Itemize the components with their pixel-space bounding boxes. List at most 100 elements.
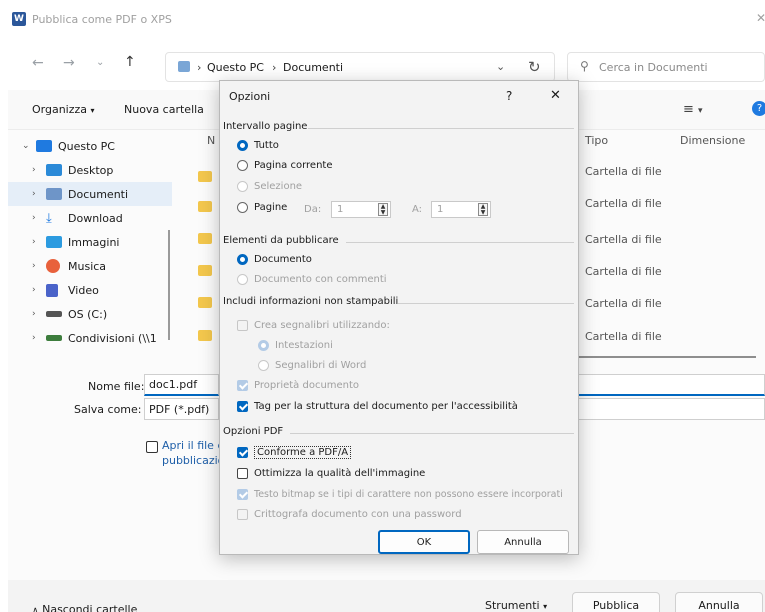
pictures-icon — [46, 236, 62, 248]
footer-cancel-button[interactable]: Annulla — [675, 592, 763, 612]
pdfa-compliant-option[interactable]: Conforme a PDF/A — [237, 446, 352, 459]
recent-chevron-icon[interactable]: ⌄ — [96, 57, 104, 68]
range-selection-label: Selezione — [254, 181, 303, 192]
navigation-pane: ⌄ Questo PC › Desktop › Documenti › ⤓ Do… — [8, 134, 172, 350]
word-app-icon: W — [12, 12, 26, 26]
range-current-label: Pagina corrente — [254, 160, 333, 171]
address-bar[interactable]: › Questo PC › Documenti ⌄ ↻ — [165, 52, 555, 82]
view-options-icon[interactable]: ≡ ▾ — [683, 102, 703, 117]
sidebar-item-network-share[interactable]: › Condivisioni (\\1 — [22, 326, 172, 350]
checkbox-disabled-icon — [237, 320, 248, 331]
radio-icon — [237, 202, 248, 213]
sidebar-item-documents[interactable]: › Documenti — [8, 182, 172, 206]
column-header-size[interactable]: Dimensione — [680, 134, 745, 147]
dialog-help-icon[interactable]: ? — [506, 89, 512, 103]
from-label: Da: — [304, 204, 322, 215]
spinner-arrows-icon: ▲ ▼ — [378, 203, 388, 216]
computer-icon — [36, 140, 52, 152]
breadcrumb-documents[interactable]: Documenti — [283, 61, 343, 74]
address-dropdown-icon[interactable]: ⌄ — [496, 60, 505, 73]
file-list-scrollbar[interactable] — [576, 356, 756, 358]
refresh-icon[interactable]: ↻ — [528, 58, 541, 76]
filename-label: Nome file: — [88, 380, 145, 393]
sidebar-item-download[interactable]: › ⤓ Download — [22, 206, 172, 230]
checkbox-checked-icon — [237, 401, 248, 412]
pdf-options-group-label: Opzioni PDF — [223, 426, 284, 437]
organize-button[interactable]: Organizza ▾ — [32, 103, 95, 116]
file-type-cell: Cartella di file — [585, 233, 662, 246]
open-after-publish-checkbox[interactable] — [146, 441, 158, 453]
dropdown-caret-icon: ▾ — [90, 106, 95, 115]
publish-button[interactable]: Pubblica — [572, 592, 660, 612]
open-after-publish-line1: Apri il file d — [162, 439, 225, 452]
file-type-cell: Cartella di file — [585, 265, 662, 278]
accessibility-tags-option[interactable]: Tag per la struttura del documento per l… — [237, 401, 518, 412]
dialog-cancel-button[interactable]: Annulla — [477, 530, 569, 554]
group-divider — [398, 303, 574, 304]
range-current-option[interactable]: Pagina corrente — [237, 160, 333, 171]
collapsed-chevron-icon: › — [32, 309, 36, 319]
document-properties-label: Proprietà documento — [254, 380, 360, 391]
range-pages-option[interactable]: Pagine — [237, 202, 287, 213]
range-all-label: Tutto — [254, 140, 279, 151]
radio-disabled-selected-icon — [258, 340, 269, 351]
radio-selected-icon — [237, 140, 248, 151]
hide-folders-toggle[interactable]: ∧ Nascondi cartelle — [32, 603, 137, 612]
folder-icon — [198, 265, 212, 276]
breadcrumb-this-pc[interactable]: Questo PC — [207, 61, 264, 74]
organize-label: Organizza — [32, 103, 88, 116]
word-bookmarks-option: Segnalibri di Word — [258, 360, 366, 371]
sidebar-item-this-pc[interactable]: ⌄ Questo PC — [22, 134, 172, 158]
ok-button[interactable]: OK — [378, 530, 470, 554]
search-box[interactable]: ⚲ Cerca in Documenti — [567, 52, 765, 82]
expanded-chevron-icon: ⌄ — [22, 141, 30, 151]
range-all-option[interactable]: Tutto — [237, 140, 279, 151]
file-type-cell: Cartella di file — [585, 197, 662, 210]
close-icon[interactable]: ✕ — [756, 11, 765, 25]
collapsed-chevron-icon: › — [32, 285, 36, 295]
save-as-type-select-extension[interactable] — [578, 398, 765, 420]
folder-icon — [198, 233, 212, 244]
dialog-title-bar: Opzioni ? ✕ — [220, 81, 578, 111]
sidebar-item-label: Download — [68, 211, 123, 225]
encrypt-option: Crittografa documento con una password — [237, 509, 462, 520]
to-page-spinner: 1 ▲ ▼ — [431, 201, 491, 218]
hide-folders-label: Nascondi cartelle — [42, 603, 138, 612]
file-type-cell: Cartella di file — [585, 297, 662, 310]
filename-input[interactable]: doc1.pdf — [144, 374, 219, 396]
sidebar-item-music[interactable]: › Musica — [22, 254, 172, 278]
forward-arrow-icon[interactable]: → — [63, 55, 75, 71]
dialog-close-icon[interactable]: ✕ — [550, 88, 561, 103]
search-placeholder[interactable]: Cerca in Documenti — [599, 61, 708, 74]
back-arrow-icon[interactable]: ← — [32, 55, 44, 71]
documents-folder-icon — [178, 61, 190, 72]
new-folder-button[interactable]: Nuova cartella — [124, 103, 204, 116]
sidebar-item-desktop[interactable]: › Desktop — [22, 158, 172, 182]
collapsed-chevron-icon: › — [32, 165, 36, 175]
bitmap-text-label: Testo bitmap se i tipi di carattere non … — [254, 489, 563, 500]
document-properties-option: Proprietà documento — [237, 380, 359, 391]
options-dialog: Opzioni ? ✕ Intervallo pagine Tutto Pagi… — [219, 80, 579, 555]
tools-dropdown[interactable]: Strumenti ▾ — [485, 599, 547, 612]
to-label: A: — [412, 204, 423, 215]
file-type-cell: Cartella di file — [585, 165, 662, 178]
optimize-image-option[interactable]: Ottimizza la qualità dell'immagine — [237, 468, 425, 479]
window-title: Pubblica come PDF o XPS — [32, 13, 172, 26]
save-as-type-select[interactable]: PDF (*.pdf) — [144, 398, 219, 420]
sidebar-item-images[interactable]: › Immagini — [22, 230, 172, 254]
help-icon[interactable]: ? — [752, 101, 765, 116]
network-drive-icon — [46, 335, 62, 341]
sidebar-item-video[interactable]: › Video — [22, 278, 172, 302]
checkbox-disabled-checked-icon — [237, 380, 248, 391]
publish-document-option[interactable]: Documento — [237, 254, 312, 265]
sidebar-scrollbar[interactable] — [168, 230, 170, 340]
checkbox-checked-icon — [237, 447, 248, 458]
column-header-name[interactable]: N — [207, 134, 215, 147]
column-header-type[interactable]: Tipo — [585, 134, 608, 147]
sidebar-item-os-drive[interactable]: › OS (C:) — [22, 302, 172, 326]
up-arrow-icon[interactable]: ↑ — [124, 54, 136, 70]
word-bookmarks-label: Segnalibri di Word — [275, 360, 367, 371]
filename-input-extension[interactable] — [578, 374, 765, 396]
group-divider — [290, 433, 574, 434]
desktop-icon — [46, 164, 62, 176]
